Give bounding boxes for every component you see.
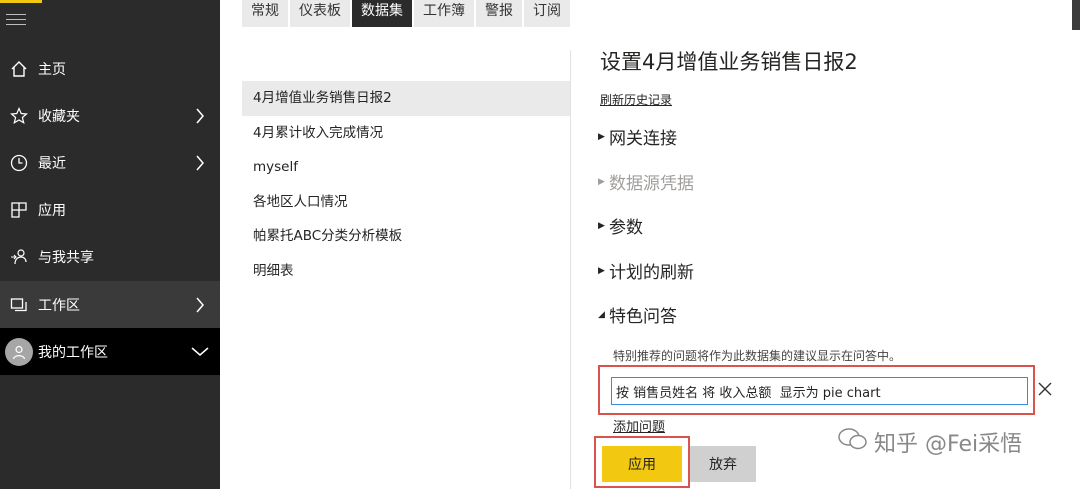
discard-button[interactable]: 放弃 [690, 446, 756, 482]
sidebar-item-label: 应用 [38, 202, 66, 219]
close-icon[interactable] [1036, 377, 1054, 401]
section-credentials[interactable]: ▶ 数据源凭据 [598, 169, 694, 194]
add-question-link[interactable]: 添加问题 [613, 416, 665, 435]
sidebar-item-label: 收藏夹 [38, 108, 80, 125]
section-label: 网关连接 [609, 129, 677, 149]
wechat-icon [838, 427, 868, 457]
sidebar-item-workspaces[interactable]: 工作区 [0, 281, 220, 328]
tab-alerts[interactable]: 警报 [476, 0, 522, 27]
avatar-icon [5, 337, 33, 366]
apply-button[interactable]: 应用 [602, 446, 682, 482]
list-item[interactable]: 4月累计收入完成情况 [242, 116, 570, 151]
list-item[interactable]: 明细表 [242, 254, 570, 289]
clock-icon [0, 154, 38, 172]
sidebar-item-apps[interactable]: 应用 [0, 186, 220, 233]
workspace-icon [0, 296, 38, 314]
sidebar-item-label: 与我共享 [38, 249, 94, 266]
avatar-wrapper [0, 337, 38, 366]
list-item[interactable]: 4月增值业务销售日报2 [242, 81, 570, 116]
refresh-history-link[interactable]: 刷新历史记录 [600, 91, 672, 108]
watermark: 知乎 @Fei采悟 [838, 426, 1022, 458]
sidebar-item-label: 工作区 [38, 297, 80, 314]
collapse-triangle-icon: ◢ [598, 309, 605, 320]
sidebar-item-home[interactable]: 主页 [0, 45, 220, 92]
section-label: 计划的刷新 [609, 263, 694, 283]
tab-dashboards[interactable]: 仪表板 [290, 0, 350, 27]
page-title: 设置4月增值业务销售日报2 [600, 50, 858, 74]
section-parameters[interactable]: ▶ 参数 [598, 213, 643, 238]
star-icon [0, 106, 38, 125]
sidebar-item-shared[interactable]: 与我共享 [0, 233, 220, 280]
watermark-text: 知乎 @Fei采悟 [874, 432, 1023, 457]
apps-icon [0, 201, 38, 219]
tab-datasets[interactable]: 数据集 [352, 0, 412, 27]
list-item[interactable]: 各地区人口情况 [242, 185, 570, 220]
featured-question-input[interactable] [611, 377, 1028, 405]
section-label: 数据源凭据 [609, 174, 694, 194]
hamburger-menu-icon[interactable] [6, 14, 26, 30]
expand-triangle-icon: ▶ [598, 131, 605, 142]
settings-panel: 设置4月增值业务销售日报2 刷新历史记录 ▶ 网关连接 ▶ 数据源凭据 ▶ 参数… [594, 0, 1080, 489]
sidebar-item-label: 主页 [38, 61, 66, 78]
chevron-down-icon[interactable] [180, 346, 220, 357]
share-icon [0, 248, 38, 266]
sidebar-item-label: 最近 [38, 155, 66, 172]
app-root: 主页 收藏夹 最近 应用 与我共享 工作区 我的工作区 常规 仪表板 数据集 工… [0, 0, 1080, 489]
accent-line [0, 0, 42, 3]
expand-triangle-icon: ▶ [598, 265, 605, 276]
tab-subscriptions[interactable]: 订阅 [524, 0, 570, 27]
section-gateway[interactable]: ▶ 网关连接 [598, 124, 677, 149]
expand-triangle-icon: ▶ [598, 176, 605, 187]
home-icon [0, 60, 38, 78]
sidebar-item-recent[interactable]: 最近 [0, 139, 220, 186]
chevron-right-icon[interactable] [180, 108, 220, 124]
chevron-right-icon[interactable] [180, 155, 220, 171]
sidebar-item-label: 我的工作区 [38, 344, 108, 361]
sidebar-item-my-workspace[interactable]: 我的工作区 [0, 328, 220, 375]
section-featured-qa[interactable]: ◢ 特色问答 [598, 302, 677, 327]
divider [570, 50, 571, 489]
sidebar: 主页 收藏夹 最近 应用 与我共享 工作区 我的工作区 [0, 0, 220, 489]
expand-triangle-icon: ▶ [598, 220, 605, 231]
settings-tabs: 常规 仪表板 数据集 工作簿 警报 订阅 [242, 0, 572, 27]
chevron-right-icon[interactable] [180, 297, 220, 313]
featured-description: 特别推荐的问题将作为此数据集的建议显示在问答中。 [613, 349, 902, 363]
dataset-list: 4月增值业务销售日报2 4月累计收入完成情况 myself 各地区人口情况 帕累… [242, 81, 570, 288]
section-label: 特色问答 [609, 307, 677, 327]
tab-workbooks[interactable]: 工作簿 [414, 0, 474, 27]
list-item[interactable]: myself [242, 150, 570, 185]
sidebar-item-favorites[interactable]: 收藏夹 [0, 92, 220, 139]
section-scheduled-refresh[interactable]: ▶ 计划的刷新 [598, 258, 694, 283]
section-label: 参数 [609, 218, 643, 238]
tab-general[interactable]: 常规 [242, 0, 288, 27]
list-item[interactable]: 帕累托ABC分类分析模板 [242, 219, 570, 254]
